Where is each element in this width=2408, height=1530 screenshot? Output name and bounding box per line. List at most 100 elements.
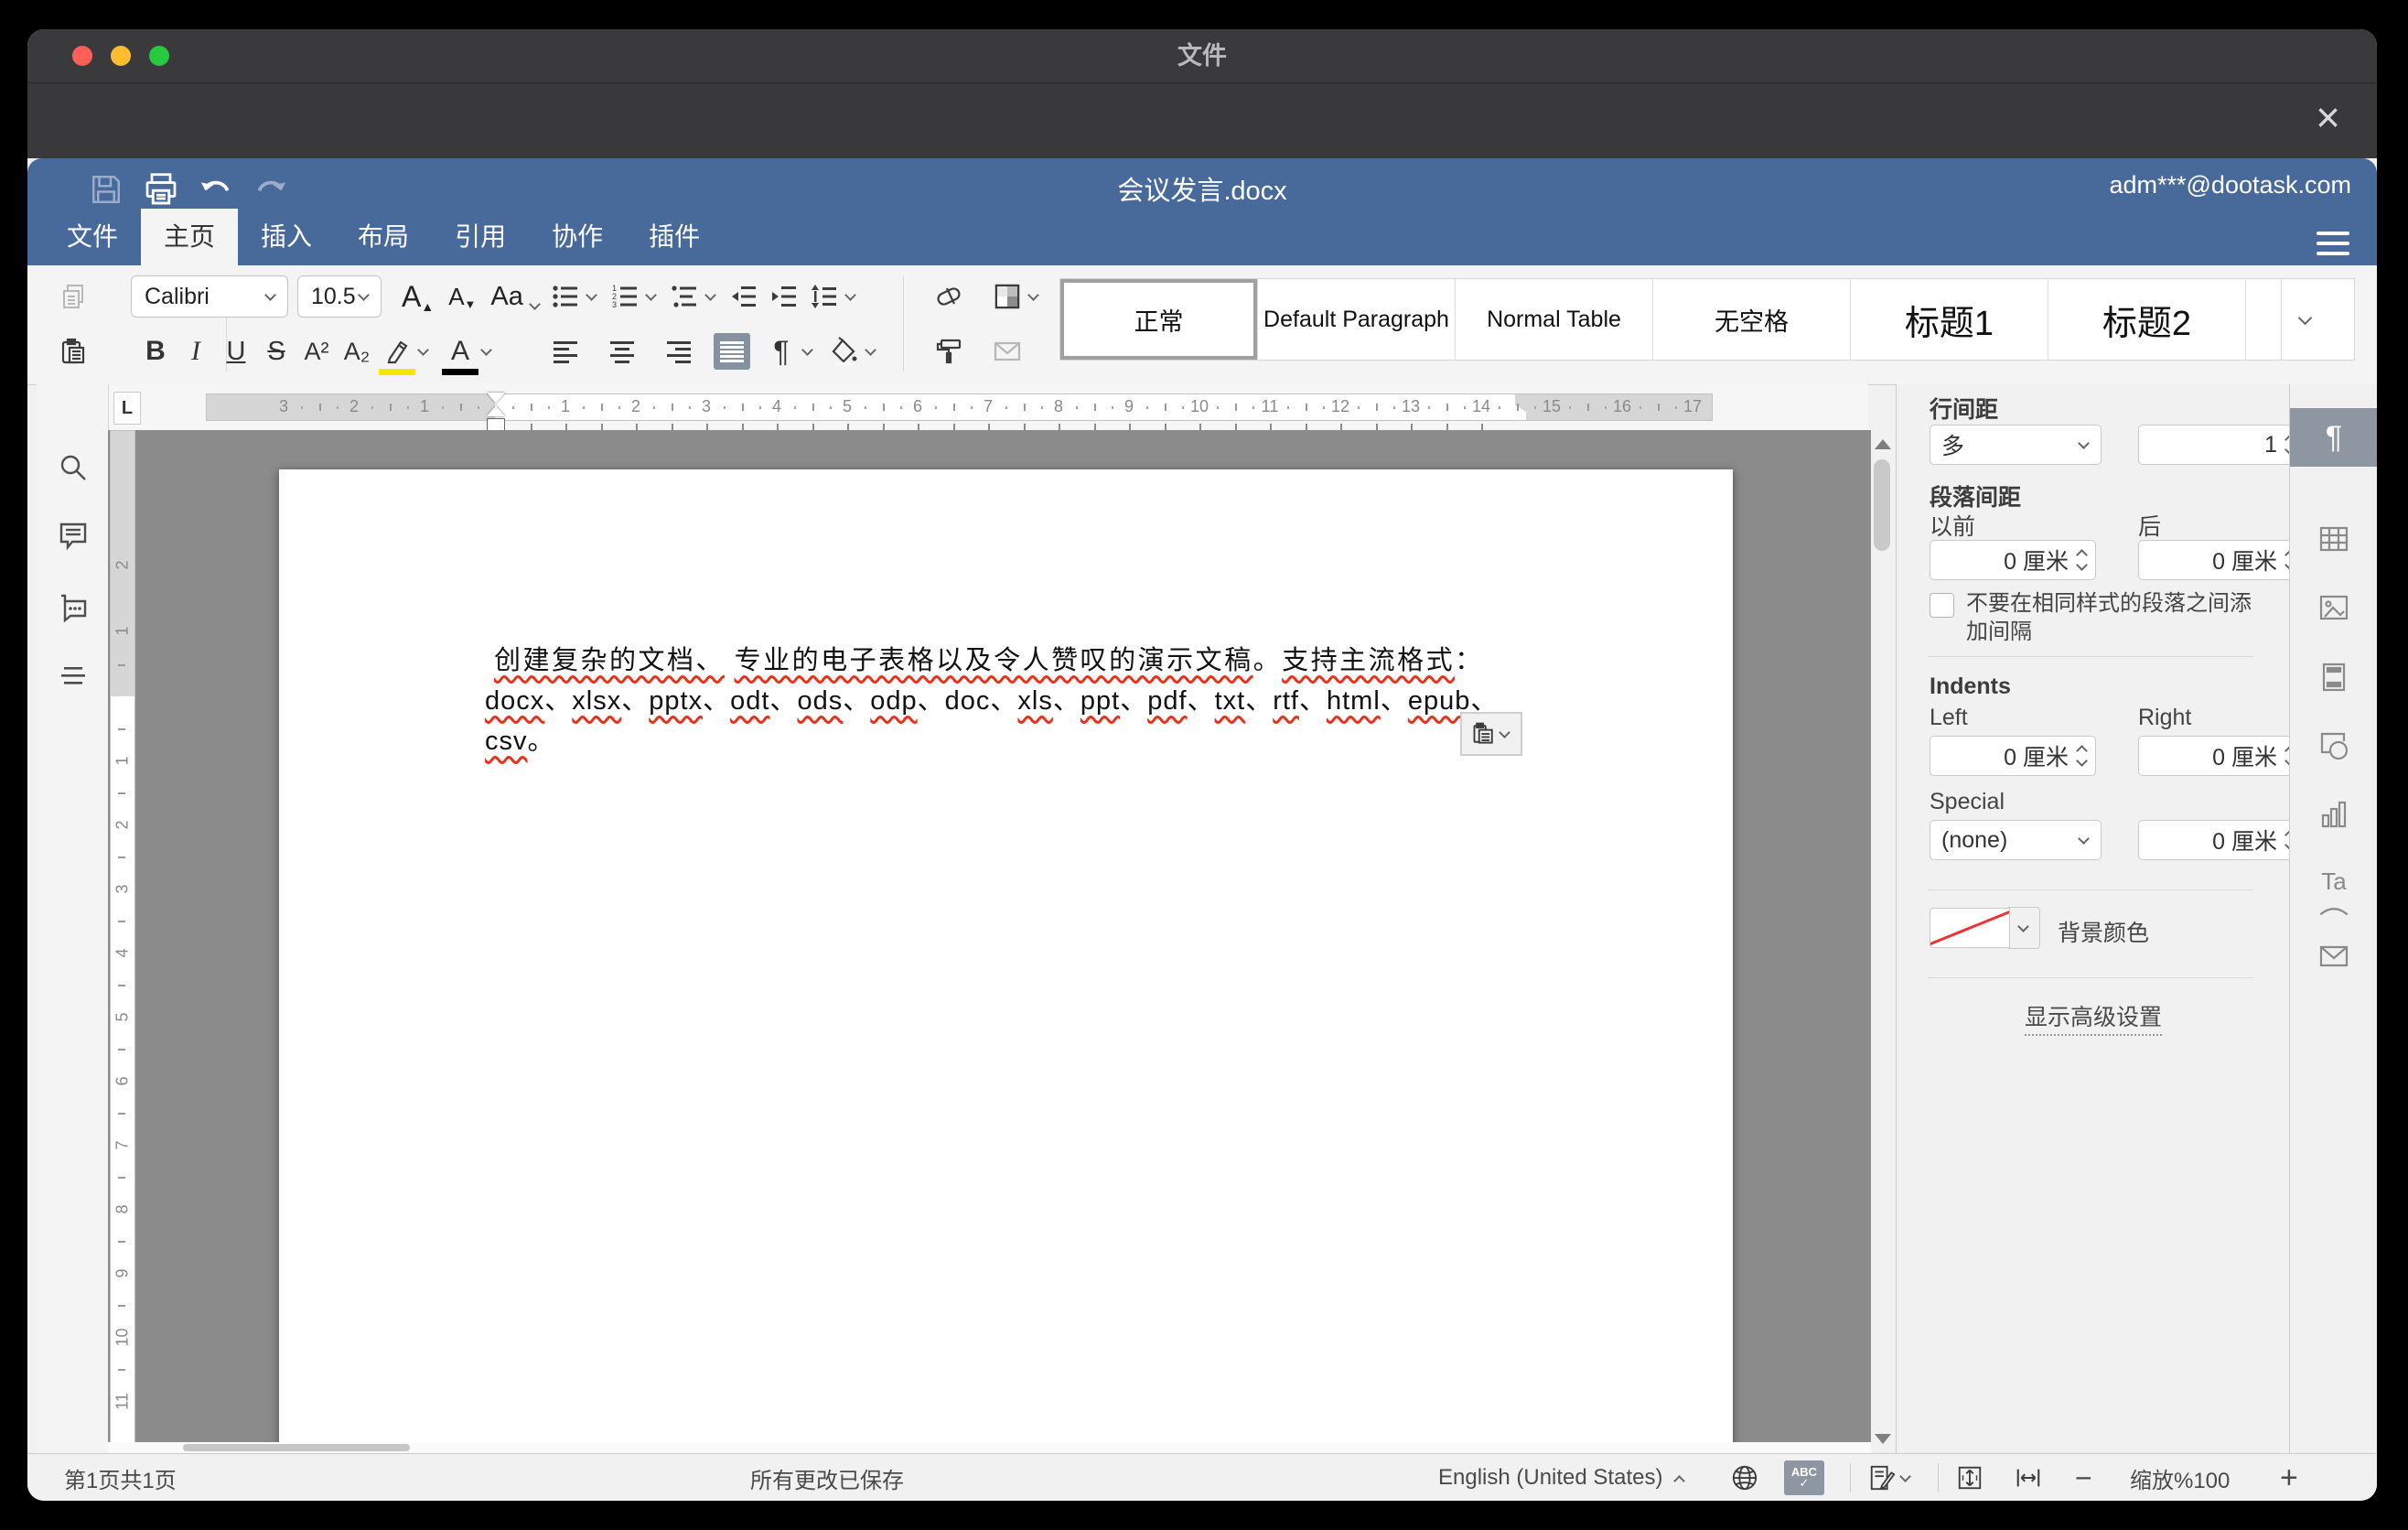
textart-settings-icon[interactable]: Ta xyxy=(2316,867,2352,899)
highlight-color-arrow[interactable] xyxy=(417,344,429,356)
numbered-list-icon[interactable]: 123 xyxy=(605,276,645,317)
line-spacing-arrow[interactable] xyxy=(844,289,856,301)
paste-icon[interactable] xyxy=(53,331,93,372)
styles-gallery-expand-icon[interactable] xyxy=(2281,279,2329,360)
font-name-select[interactable]: Calibri xyxy=(131,275,288,318)
close-icon[interactable]: × xyxy=(2316,96,2340,138)
vertical-scrollbar[interactable] xyxy=(1871,430,1895,1453)
style-heading1[interactable]: 标题1 xyxy=(1851,279,2048,360)
chart-settings-icon[interactable] xyxy=(2318,799,2349,830)
fit-page-icon[interactable] xyxy=(1956,1454,1983,1501)
bold-button[interactable]: B xyxy=(135,331,176,372)
superscript-button[interactable]: A² xyxy=(296,331,337,372)
style-normal-table[interactable]: Normal Table xyxy=(1456,279,1653,360)
bullet-list-arrow[interactable] xyxy=(586,289,597,301)
decrease-indent-icon[interactable] xyxy=(724,276,764,317)
header-footer-settings-icon[interactable] xyxy=(2318,662,2349,693)
tab-insert[interactable]: 插入 xyxy=(238,209,335,265)
navigation-headings-icon[interactable] xyxy=(58,661,89,692)
language-selector[interactable]: English (United States) xyxy=(1438,1454,1687,1501)
font-color-icon[interactable]: A xyxy=(440,331,480,372)
document-page[interactable]: 创建复杂的文档、 专业的电子表格以及令人赞叹的演示文稿。支持主流格式： docx… xyxy=(279,469,1733,1453)
indent-right-spinner[interactable]: 0 厘米 xyxy=(2138,736,2305,776)
background-color-arrow[interactable] xyxy=(2008,907,2040,949)
set-language-icon[interactable] xyxy=(1731,1454,1758,1501)
spellcheck-toggle[interactable]: ABC✓ xyxy=(1784,1454,1824,1501)
chat-icon[interactable] xyxy=(58,592,89,623)
tab-collaboration[interactable]: 协作 xyxy=(529,209,626,265)
line-spacing-select[interactable]: 多 xyxy=(1930,425,2102,465)
spacing-before-spinner[interactable]: 0 厘米 xyxy=(1930,540,2096,580)
increase-indent-icon[interactable] xyxy=(764,276,804,317)
shape-settings-icon[interactable] xyxy=(2318,730,2349,761)
scrollbar-thumb[interactable] xyxy=(1874,459,1890,551)
track-changes-icon[interactable] xyxy=(1868,1454,1913,1501)
image-settings-icon[interactable] xyxy=(2318,592,2349,623)
align-right-icon[interactable] xyxy=(659,331,699,372)
left-indent-marker[interactable] xyxy=(487,418,505,431)
mailmerge-icon[interactable] xyxy=(987,331,1027,372)
comments-icon[interactable] xyxy=(58,520,89,551)
line-spacing-icon[interactable] xyxy=(804,276,844,317)
search-icon[interactable] xyxy=(58,452,89,483)
change-case-icon[interactable]: Aa xyxy=(483,282,549,312)
tab-file[interactable]: 文件 xyxy=(44,209,141,265)
advanced-settings-link[interactable]: 显示高级设置 xyxy=(1897,999,2290,1032)
spacing-after-spinner[interactable]: 0 厘米 xyxy=(2138,540,2305,580)
background-color-swatch[interactable] xyxy=(1930,908,2010,948)
multilevel-list-arrow[interactable] xyxy=(704,289,716,301)
style-heading2[interactable]: 标题2 xyxy=(2048,279,2246,360)
mailmerge-settings-icon[interactable] xyxy=(2318,941,2349,972)
scroll-up-icon[interactable] xyxy=(1875,439,1891,449)
subscript-button[interactable]: A₂ xyxy=(337,331,377,372)
vertical-ruler[interactable]: 211234567891011 xyxy=(110,430,135,1453)
tab-plugins[interactable]: 插件 xyxy=(626,209,723,265)
font-size-select[interactable]: 10.5 xyxy=(297,275,382,318)
paragraph-settings-icon[interactable]: ¶ xyxy=(2290,408,2377,467)
tab-stop-selector[interactable]: L xyxy=(113,392,141,425)
style-no-spacing[interactable]: 无空格 xyxy=(1653,279,1851,360)
tab-home[interactable]: 主页 xyxy=(141,209,238,265)
style-default-paragraph[interactable]: Default Paragraph xyxy=(1258,279,1456,360)
scroll-down-icon[interactable] xyxy=(1875,1434,1891,1444)
nonprinting-chars-arrow[interactable] xyxy=(801,344,813,356)
first-line-indent-marker[interactable] xyxy=(487,393,505,404)
menu-icon[interactable] xyxy=(2317,225,2349,253)
shading-bucket-arrow[interactable] xyxy=(865,344,876,356)
multilevel-list-icon[interactable] xyxy=(664,276,704,317)
align-center-icon[interactable] xyxy=(602,331,642,372)
line-spacing-value-spinner[interactable]: 1 xyxy=(2138,425,2305,465)
hanging-indent-marker[interactable] xyxy=(487,405,505,416)
scrollbar-thumb[interactable] xyxy=(183,1444,410,1451)
horizontal-ruler[interactable]: 3211234567891011121314151617 xyxy=(206,393,1713,421)
style-normal[interactable]: 正常 xyxy=(1060,279,1258,360)
bullet-list-icon[interactable] xyxy=(545,276,586,317)
tab-references[interactable]: 引用 xyxy=(432,209,529,265)
nonprinting-chars-icon[interactable]: ¶ xyxy=(761,331,801,372)
justify-icon[interactable] xyxy=(714,333,750,370)
font-color-arrow[interactable] xyxy=(480,344,492,356)
strikethrough-button[interactable]: S xyxy=(256,331,296,372)
numbered-list-arrow[interactable] xyxy=(645,289,657,301)
decrease-font-icon[interactable]: A▼ xyxy=(441,283,483,311)
tab-layout[interactable]: 布局 xyxy=(335,209,432,265)
paragraph[interactable]: 创建复杂的文档、 专业的电子表格以及令人赞叹的演示文稿。支持主流格式： docx… xyxy=(494,641,1519,761)
clear-style-icon[interactable] xyxy=(929,276,969,317)
horizontal-scrollbar[interactable] xyxy=(108,1442,1871,1453)
no-space-same-style-checkbox[interactable] xyxy=(1930,593,1954,618)
italic-button[interactable]: I xyxy=(176,331,216,372)
document-canvas[interactable]: 211234567891011 创建复杂的文档、 专业的电子表格以及令人赞叹的演… xyxy=(108,430,1871,1453)
increase-font-icon[interactable]: A▲ xyxy=(394,280,441,314)
table-settings-icon[interactable] xyxy=(2318,523,2349,555)
cell-color-arrow[interactable] xyxy=(1027,289,1039,301)
highlight-color-icon[interactable] xyxy=(377,331,417,372)
copy-icon[interactable] xyxy=(53,276,93,317)
paste-options-button[interactable] xyxy=(1460,712,1522,756)
align-left-icon[interactable] xyxy=(545,331,586,372)
shading-bucket-icon[interactable] xyxy=(824,331,865,372)
fit-width-icon[interactable] xyxy=(2015,1454,2042,1501)
underline-button[interactable]: U xyxy=(216,331,256,372)
cell-color-icon[interactable] xyxy=(987,276,1027,317)
zoom-in-button[interactable]: + xyxy=(2280,1454,2298,1501)
special-indent-spinner[interactable]: 0 厘米 xyxy=(2138,820,2305,860)
